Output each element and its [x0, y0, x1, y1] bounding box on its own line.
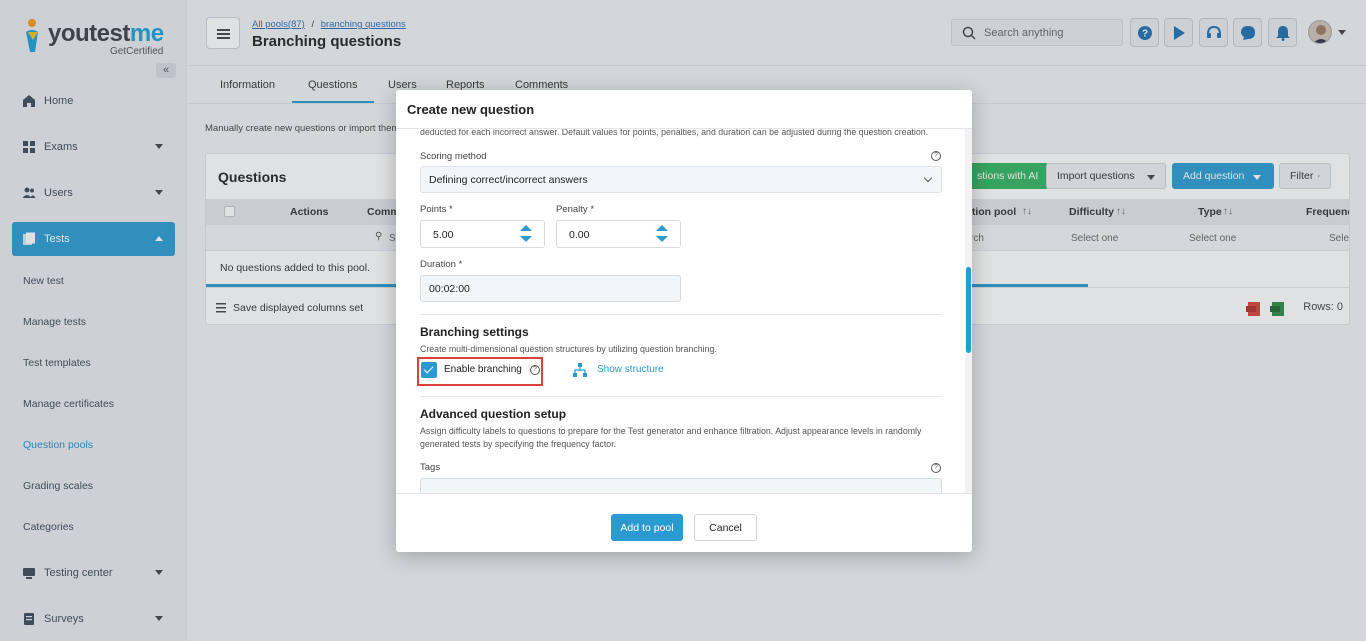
cancel-button[interactable]: Cancel	[694, 514, 757, 541]
enable-branching-label[interactable]: Enable branching	[444, 364, 522, 375]
dialog-body: deducted for each incorrect answer. Defa…	[396, 128, 972, 494]
points-value: 5.00	[433, 229, 454, 241]
duration-input[interactable]: 00:02:00	[420, 275, 681, 302]
advanced-description-line1: Assign difficulty labels to questions to…	[420, 426, 922, 436]
section-divider	[420, 314, 942, 315]
tags-label: Tags	[420, 462, 441, 473]
help-circle-icon[interactable]: ?	[530, 365, 540, 375]
scoring-method-label: Scoring method	[420, 151, 487, 162]
penalty-stepper[interactable]: 0.00	[556, 220, 681, 248]
scoring-method-select[interactable]: Defining correct/incorrect answers	[420, 166, 942, 193]
show-structure-link[interactable]: Show structure	[597, 364, 664, 375]
scoring-description: deducted for each incorrect answer. Defa…	[420, 128, 929, 137]
enable-branching-checkbox[interactable]	[421, 362, 437, 378]
add-to-pool-button[interactable]: Add to pool	[611, 514, 683, 541]
section-divider	[420, 396, 942, 397]
scoring-method-value: Defining correct/incorrect answers	[429, 174, 588, 186]
create-question-dialog: Create new question deducted for each in…	[396, 90, 972, 552]
stepper-arrows-icon[interactable]	[656, 225, 668, 243]
duration-label: Duration *	[420, 259, 463, 270]
help-circle-icon[interactable]: ?	[931, 151, 941, 161]
advanced-setup-title: Advanced question setup	[420, 407, 567, 421]
tags-input[interactable]	[420, 478, 942, 493]
penalty-value: 0.00	[569, 229, 590, 241]
points-stepper[interactable]: 5.00	[420, 220, 545, 248]
points-label: Points *	[420, 204, 453, 215]
dialog-scrollbar[interactable]	[965, 129, 972, 493]
advanced-description-line2: generated tests by specifying the freque…	[420, 439, 617, 449]
stepper-arrows-icon[interactable]	[520, 225, 532, 243]
structure-icon[interactable]	[573, 363, 587, 377]
branching-description: Create multi-dimensional question struct…	[420, 344, 717, 354]
branching-settings-title: Branching settings	[420, 325, 529, 339]
chevron-down-icon	[923, 173, 933, 183]
help-circle-icon[interactable]: ?	[931, 463, 941, 473]
penalty-label: Penalty *	[556, 204, 595, 215]
dialog-scroll-thumb[interactable]	[966, 267, 971, 353]
dialog-footer: Add to pool Cancel	[396, 494, 972, 552]
dialog-title: Create new question	[407, 102, 535, 117]
